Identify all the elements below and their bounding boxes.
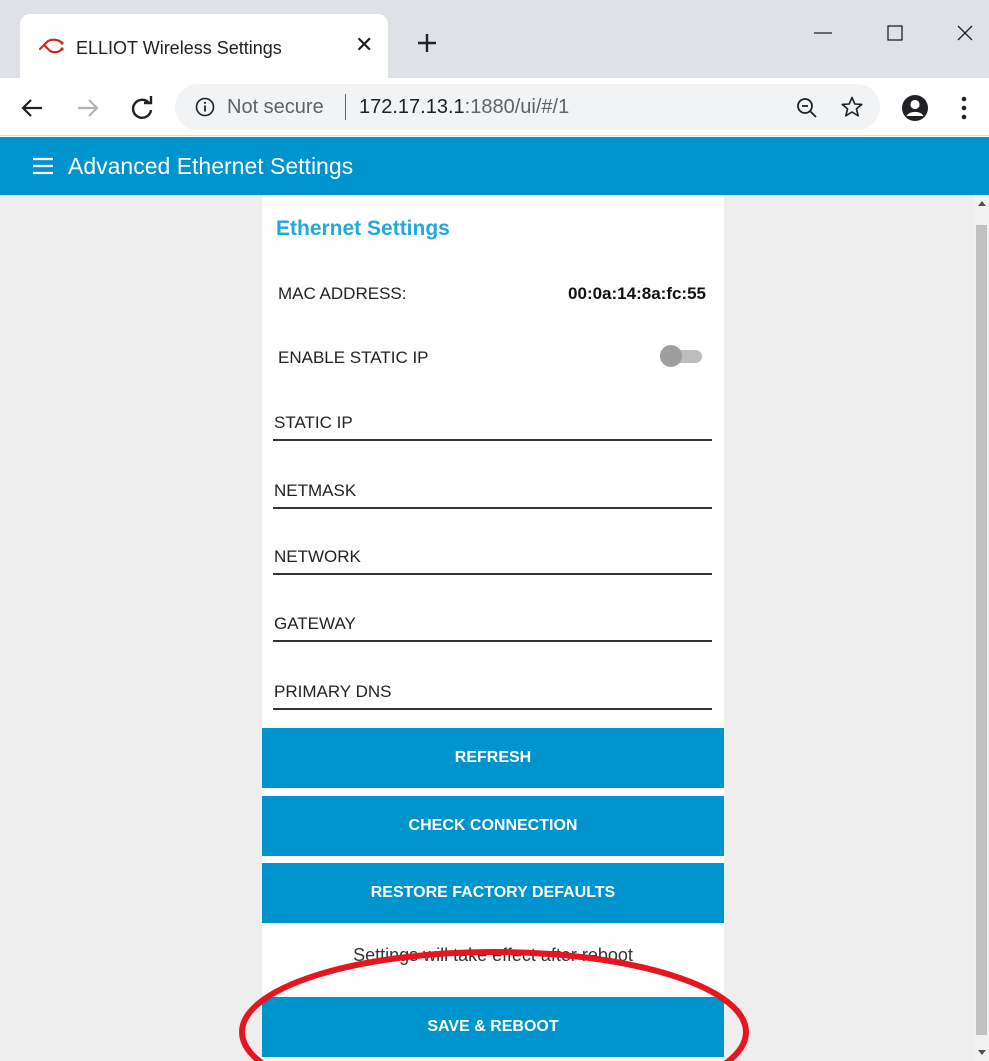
page-title: Advanced Ethernet Settings: [68, 153, 354, 179]
zoom-icon[interactable]: [795, 96, 819, 120]
browser-tab[interactable]: ELLIOT Wireless Settings ✕: [20, 14, 388, 78]
network-input[interactable]: [273, 529, 712, 573]
app-header: Advanced Ethernet Settings: [0, 137, 989, 195]
hamburger-icon[interactable]: [32, 156, 54, 176]
save-reboot-button[interactable]: SAVE & REBOOT: [262, 997, 724, 1057]
info-icon[interactable]: [195, 97, 215, 117]
section-title: Ethernet Settings: [276, 217, 450, 240]
scroll-down-arrow-icon[interactable]: [978, 1050, 986, 1055]
address-bar: Not secure 172.17.13.1:1880/ui/#/1: [0, 78, 989, 136]
maximize-icon[interactable]: [880, 18, 910, 48]
primary-dns-input[interactable]: [273, 664, 712, 708]
gateway-input[interactable]: [273, 596, 712, 640]
reboot-note: Settings will take effect after reboot: [353, 945, 633, 965]
url-omnibox[interactable]: Not secure 172.17.13.1:1880/ui/#/1: [175, 84, 880, 130]
menu-icon[interactable]: [958, 94, 970, 122]
star-icon[interactable]: [840, 95, 864, 119]
mac-address-label: MAC ADDRESS:: [278, 284, 407, 303]
minimize-icon[interactable]: [808, 18, 838, 48]
scroll-thumb[interactable]: [976, 225, 987, 1035]
url-host: 172.17.13.1: [359, 96, 465, 118]
security-label: Not secure: [227, 96, 324, 118]
forward-icon[interactable]: [74, 94, 102, 122]
refresh-button[interactable]: REFRESH: [262, 728, 724, 788]
netmask-input[interactable]: [273, 463, 712, 507]
primary-dns-field[interactable]: PRIMARY DNS: [273, 664, 712, 710]
scrollbar[interactable]: [974, 195, 989, 1061]
plus-icon[interactable]: [414, 30, 440, 56]
content-area: Ethernet Settings MAC ADDRESS: 00:0a:14:…: [0, 195, 974, 1061]
url-path: :1880/ui/#/1: [464, 96, 570, 118]
static-ip-toggle[interactable]: [660, 345, 704, 367]
url-text: 172.17.13.1:1880/ui/#/1: [359, 96, 569, 119]
static-ip-field[interactable]: STATIC IP: [273, 395, 712, 441]
profile-icon[interactable]: [901, 94, 929, 122]
back-icon[interactable]: [18, 94, 46, 122]
favicon-icon: [38, 38, 64, 54]
close-icon[interactable]: ✕: [355, 34, 373, 56]
gateway-field[interactable]: GATEWAY: [273, 596, 712, 642]
tab-title: ELLIOT Wireless Settings: [76, 38, 282, 58]
scroll-up-arrow-icon[interactable]: [978, 201, 986, 206]
static-ip-toggle-label: ENABLE STATIC IP: [278, 348, 429, 367]
restore-factory-defaults-button[interactable]: RESTORE FACTORY DEFAULTS: [262, 863, 724, 923]
toggle-thumb: [660, 345, 682, 367]
network-field[interactable]: NETWORK: [273, 529, 712, 575]
omnibox-separator: [345, 94, 346, 120]
check-connection-button[interactable]: CHECK CONNECTION: [262, 796, 724, 856]
static-ip-input[interactable]: [273, 395, 712, 439]
browser-tab-bar: ELLIOT Wireless Settings ✕: [0, 0, 989, 78]
netmask-field[interactable]: NETMASK: [273, 463, 712, 509]
reload-icon[interactable]: [128, 94, 156, 122]
settings-card: Ethernet Settings MAC ADDRESS: 00:0a:14:…: [262, 195, 724, 1061]
window-close-icon[interactable]: [950, 18, 980, 48]
mac-address-value: 00:0a:14:8a:fc:55: [568, 284, 706, 303]
